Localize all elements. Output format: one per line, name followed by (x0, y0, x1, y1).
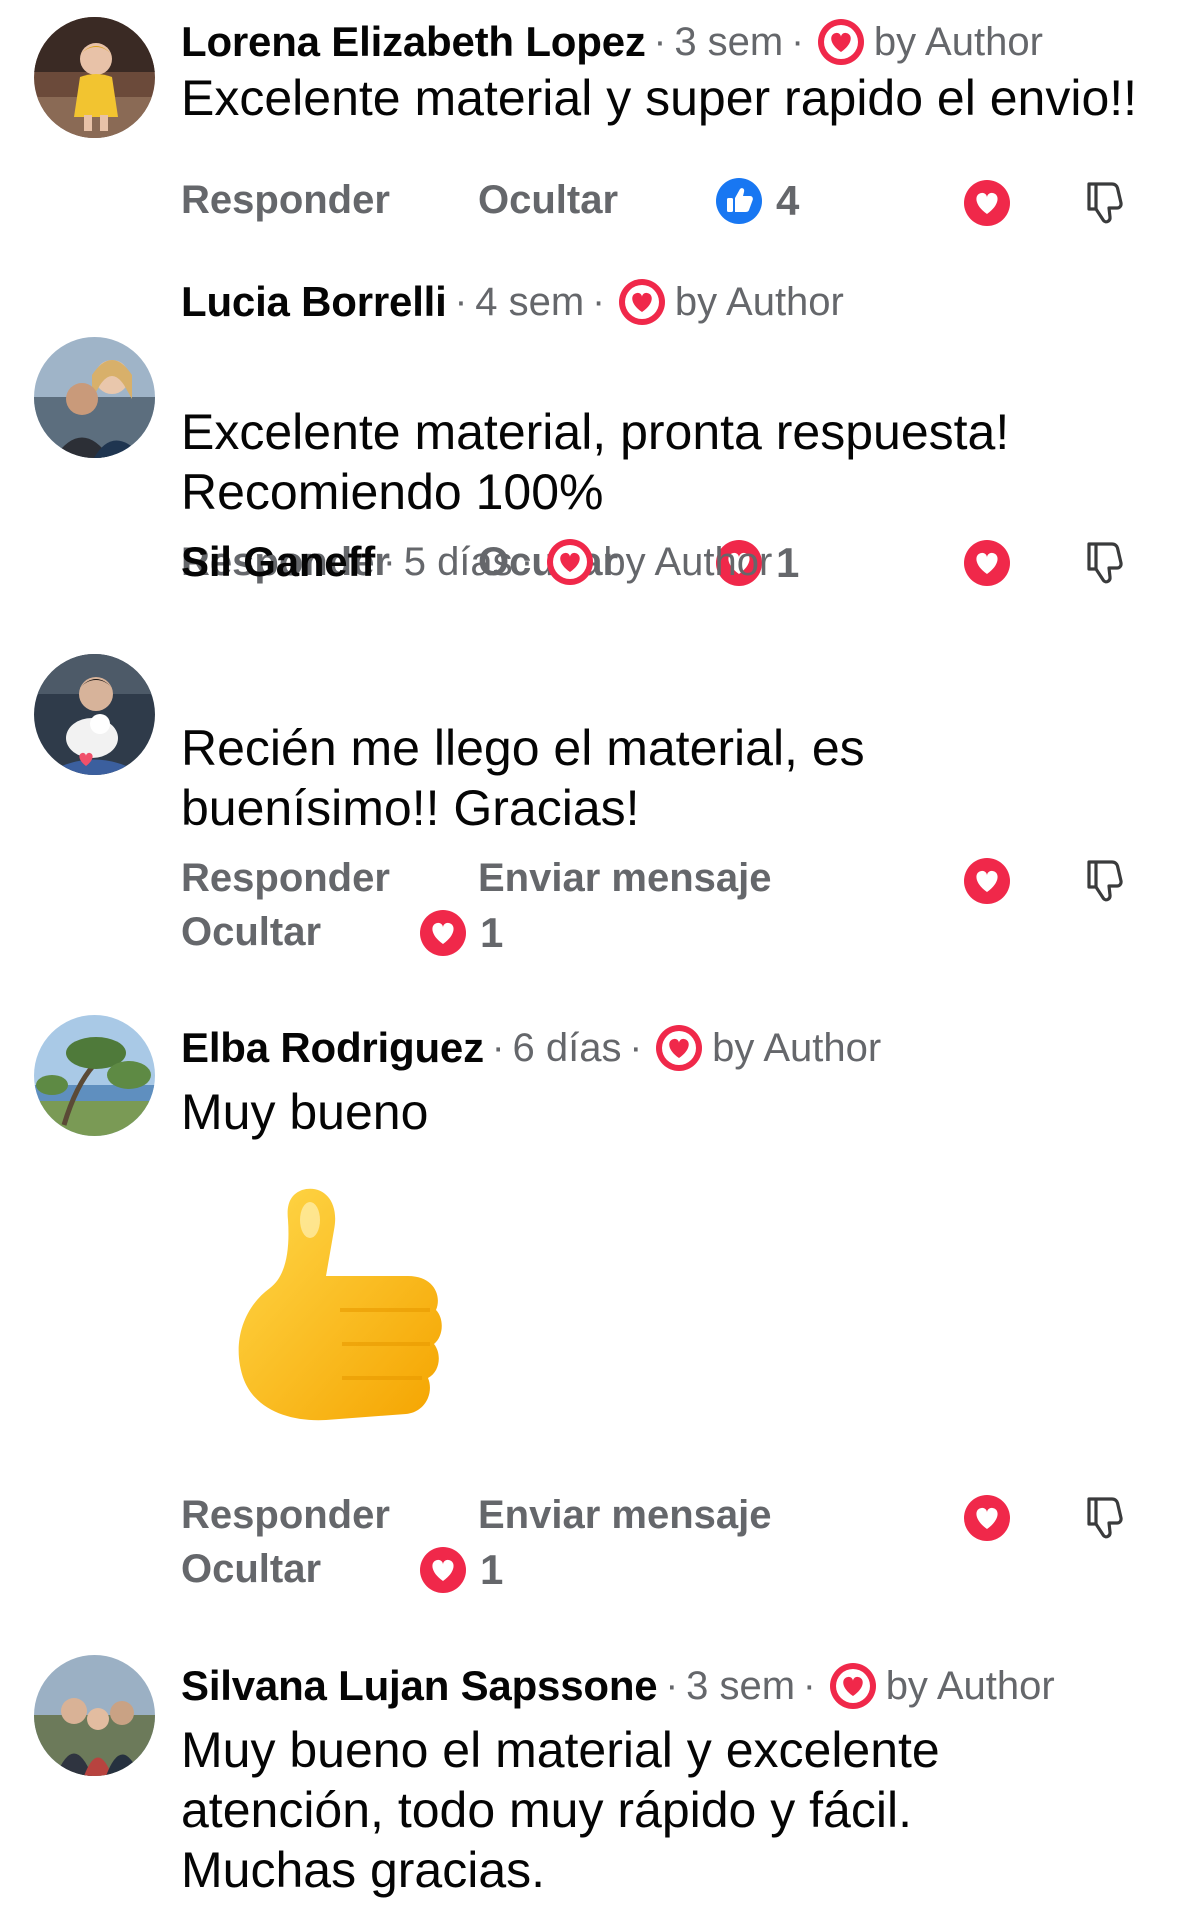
comment-text: Recién me llego el material, es buenísim… (181, 720, 865, 836)
react-heart-button[interactable] (962, 178, 1012, 228)
separator-dot: · (491, 1026, 505, 1069)
by-author-label: by Author (712, 1025, 882, 1070)
separator-dot: · (592, 280, 605, 323)
separator-dot: · (629, 1026, 643, 1069)
author-name[interactable]: Elba Rodriguez (181, 1024, 484, 1072)
separator-dot: · (653, 20, 667, 63)
comment-text: Muy bueno (181, 1084, 429, 1140)
author-heart-icon (816, 17, 866, 67)
avatar[interactable] (34, 1655, 155, 1776)
author-name[interactable]: Silvana Lujan Sapssone (181, 1662, 658, 1710)
hide-button[interactable]: Ocultar (181, 1547, 321, 1592)
reaction-count: 4 (776, 177, 800, 224)
separator-dot: · (520, 540, 534, 583)
author-heart-icon (545, 537, 595, 587)
avatar[interactable] (34, 1015, 155, 1136)
separator-dot: · (383, 540, 396, 583)
author-heart-icon (828, 1661, 878, 1711)
like-icon (714, 176, 764, 226)
timestamp[interactable]: 3 sem (686, 1664, 795, 1709)
send-message-button[interactable]: Enviar mensaje (478, 856, 772, 901)
reaction-count: 1 (480, 1546, 504, 1593)
author-name[interactable]: Lorena Elizabeth Lopez (181, 18, 646, 66)
author-name[interactable]: Lucia Borrelli (181, 278, 447, 326)
dislike-icon[interactable] (1082, 856, 1128, 906)
separator-dot: · (791, 20, 804, 63)
avatar[interactable] (34, 654, 155, 775)
author-heart-icon (654, 1023, 704, 1073)
react-heart-button[interactable] (962, 856, 1012, 906)
send-message-button[interactable]: Enviar mensaje (478, 1493, 772, 1538)
hide-button[interactable]: Ocultar (181, 910, 321, 955)
reaction-summary[interactable]: 1 (418, 908, 503, 958)
reaction-summary[interactable]: 1 (418, 1545, 503, 1595)
comment-header: Sil Ganeff · 5 días · by Author (181, 534, 772, 590)
reply-button[interactable]: Responder (181, 1493, 390, 1538)
hide-button[interactable]: Ocultar (478, 178, 618, 223)
dislike-icon[interactable] (1082, 538, 1128, 588)
love-icon (418, 1545, 468, 1595)
reply-button[interactable]: Responder (181, 178, 390, 223)
reaction-count: 1 (480, 909, 504, 956)
comment-text: Excelente material, pronta respuesta! Re… (181, 404, 1010, 520)
avatar[interactable] (34, 337, 155, 458)
react-heart-button[interactable] (962, 538, 1012, 588)
separator-dot: · (803, 1664, 816, 1707)
timestamp[interactable]: 5 días (404, 540, 513, 585)
reaction-summary[interactable]: 4 (714, 176, 799, 226)
comment-header: Silvana Lujan Sapssone · 3 sem · by Auth… (181, 1658, 1055, 1714)
dislike-icon[interactable] (1082, 1493, 1128, 1543)
thumbs-up-sticker[interactable] (230, 1180, 460, 1450)
separator-dot: · (665, 1664, 679, 1707)
timestamp[interactable]: 4 sem (475, 280, 584, 325)
separator-dot: · (454, 280, 468, 323)
react-heart-button[interactable] (962, 1493, 1012, 1543)
reaction-count: 1 (776, 539, 800, 586)
comment-header: Lucia Borrelli · 4 sem · by Author (181, 274, 844, 330)
comment-header: Elba Rodriguez · 6 días · by Author (181, 1020, 881, 1076)
comment-header: Lorena Elizabeth Lopez · 3 sem · by Auth… (181, 14, 1043, 70)
reply-button[interactable]: Responder (181, 856, 390, 901)
author-name[interactable]: Sil Ganeff (181, 538, 375, 586)
dislike-icon[interactable] (1082, 178, 1128, 228)
timestamp[interactable]: 3 sem (674, 20, 783, 65)
avatar[interactable] (34, 17, 155, 138)
by-author-label: by Author (674, 279, 844, 324)
love-icon (418, 908, 468, 958)
comment-text: Excelente material y super rapido el env… (181, 70, 1138, 126)
timestamp[interactable]: 6 días (513, 1026, 622, 1071)
by-author-label: by Author (603, 539, 773, 584)
author-heart-icon (617, 277, 667, 327)
comment-text: Muy bueno el material y excelente atenci… (181, 1722, 940, 1898)
by-author-label: by Author (885, 1663, 1055, 1708)
by-author-label: by Author (873, 19, 1043, 64)
